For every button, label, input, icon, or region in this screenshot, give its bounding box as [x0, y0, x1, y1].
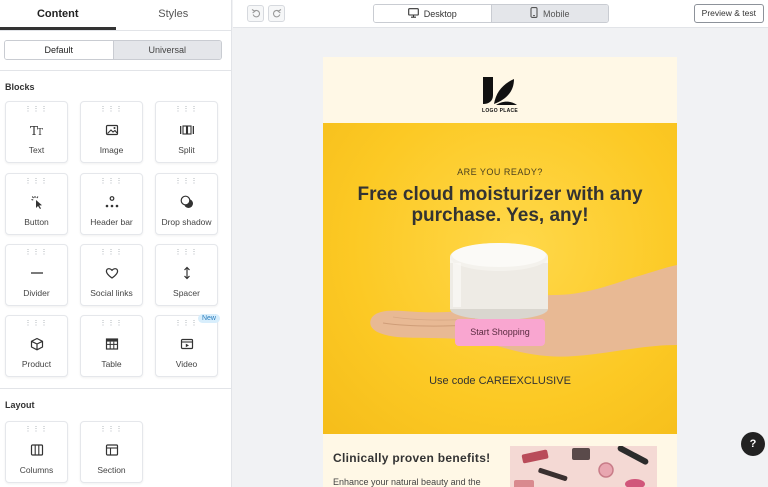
block-label: Image	[99, 145, 124, 155]
block-label: Product	[21, 359, 52, 369]
block-product[interactable]: ⋮⋮⋮ Product	[5, 315, 68, 377]
start-shopping-button[interactable]: Start Shopping	[455, 319, 545, 346]
logo-text: LOGO PLACE	[481, 108, 519, 114]
block-split[interactable]: ⋮⋮⋮ Split	[155, 101, 218, 163]
layout-section[interactable]: ⋮⋮⋮ Section	[80, 421, 143, 483]
device-toggle: Desktop Mobile	[373, 4, 609, 23]
drag-handle-icon: ⋮⋮⋮	[24, 178, 49, 185]
block-social-links[interactable]: ⋮⋮⋮ Social links	[80, 244, 143, 306]
columns-icon	[6, 443, 67, 457]
block-drop-shadow[interactable]: ⋮⋮⋮ Drop shadow	[155, 173, 218, 235]
drag-handle-icon: ⋮⋮⋮	[99, 426, 124, 433]
block-table[interactable]: ⋮⋮⋮ Table	[80, 315, 143, 377]
hero-section[interactable]: ARE YOU READY? Free cloud moisturizer wi…	[323, 123, 677, 434]
block-label: Columns	[19, 465, 54, 475]
product-icon	[6, 337, 67, 351]
video-icon	[156, 337, 217, 351]
drag-handle-icon: ⋮⋮⋮	[24, 106, 49, 113]
block-spacer[interactable]: ⋮⋮⋮ Spacer	[155, 244, 218, 306]
drag-handle-icon: ⋮⋮⋮	[174, 106, 199, 113]
mobile-view-button[interactable]: Mobile	[490, 5, 608, 22]
desktop-label: Desktop	[423, 8, 457, 19]
drag-handle-icon: ⋮⋮⋮	[99, 106, 124, 113]
block-text[interactable]: ⋮⋮⋮ TT Text	[5, 101, 68, 163]
drag-handle-icon: ⋮⋮⋮	[99, 178, 124, 185]
block-image[interactable]: ⋮⋮⋮ Image	[80, 101, 143, 163]
drag-handle-icon: ⋮⋮⋮	[24, 249, 49, 256]
layout-grid: ⋮⋮⋮ Columns ⋮⋮⋮ Section	[0, 413, 231, 487]
image-icon	[81, 123, 142, 137]
drag-handle-icon: ⋮⋮⋮	[174, 178, 199, 185]
text-icon: TT	[6, 123, 67, 137]
default-mode-button[interactable]: Default	[5, 41, 113, 59]
split-icon	[156, 123, 217, 137]
blocks-heading: Blocks	[5, 82, 35, 92]
email-canvas[interactable]: LOGO PLACE ARE YOU READY? Free cloud moi…	[323, 57, 677, 487]
benefits-section[interactable]: Clinically proven benefits! Enhance your…	[323, 434, 677, 487]
drag-handle-icon: ⋮⋮⋮	[24, 426, 49, 433]
svg-text:T: T	[37, 128, 43, 137]
spacer-icon	[156, 266, 217, 280]
tab-content[interactable]: Content	[0, 0, 116, 30]
redo-button[interactable]	[268, 5, 285, 22]
desktop-icon	[407, 7, 419, 20]
benefits-text: Enhance your natural beauty and the	[333, 477, 481, 487]
block-label: Section	[97, 465, 126, 475]
desktop-view-button[interactable]: Desktop	[374, 5, 491, 22]
button-icon	[6, 195, 67, 209]
block-label: Social links	[90, 288, 133, 298]
hero-eyebrow: ARE YOU READY?	[457, 167, 543, 177]
block-label: Header bar	[90, 217, 133, 227]
editor-toolbar: Desktop Mobile Preview & test	[233, 0, 768, 28]
block-label: Button	[24, 217, 49, 227]
benefits-title: Clinically proven benefits!	[333, 451, 491, 465]
redo-icon	[272, 5, 282, 23]
drag-handle-icon: ⋮⋮⋮	[99, 320, 124, 327]
help-button[interactable]: ?	[741, 432, 765, 456]
block-label: Video	[175, 359, 198, 369]
drop-shadow-icon	[156, 195, 217, 209]
block-label: Table	[101, 359, 122, 369]
section-icon	[81, 443, 142, 457]
hero-headline: Free cloud moisturizer with any purchase…	[357, 184, 643, 226]
block-header-bar[interactable]: ⋮⋮⋮ Header bar	[80, 173, 143, 235]
block-label: Divider	[23, 288, 50, 298]
block-button[interactable]: ⋮⋮⋮ Button	[5, 173, 68, 235]
mode-toggle: Default Universal	[4, 40, 222, 60]
block-label: Text	[28, 145, 45, 155]
drag-handle-icon: ⋮⋮⋮	[24, 320, 49, 327]
undo-button[interactable]	[247, 5, 264, 22]
preview-and-test-button[interactable]: Preview & test	[693, 4, 764, 23]
blocks-grid: ⋮⋮⋮ TT Text ⋮⋮⋮ Image ⋮⋮⋮ Split ⋮⋮⋮ Butt…	[0, 92, 231, 392]
mobile-icon	[530, 7, 538, 20]
header-bar-icon	[81, 195, 142, 209]
block-label: Spacer	[173, 288, 200, 298]
universal-mode-button[interactable]: Universal	[112, 41, 221, 59]
drag-handle-icon: ⋮⋮⋮	[99, 249, 124, 256]
block-divider[interactable]: ⋮⋮⋮ Divider	[5, 244, 68, 306]
block-video[interactable]: ⋮⋮⋮ New Video	[155, 314, 220, 377]
makeup-products-image	[510, 446, 657, 487]
block-label: Split	[178, 145, 195, 155]
table-icon	[81, 337, 142, 351]
new-badge: New	[197, 314, 220, 323]
heart-icon	[81, 266, 142, 280]
mobile-label: Mobile	[542, 8, 570, 19]
divider-icon	[6, 266, 67, 280]
layout-columns[interactable]: ⋮⋮⋮ Columns	[5, 421, 68, 483]
hand-holding-jar-image	[370, 243, 677, 357]
undo-icon	[251, 5, 261, 23]
promo-code-text: Use code CAREEXCLUSIVE	[429, 375, 571, 387]
content-sidebar: Content Styles Default Universal Blocks …	[0, 0, 232, 487]
tab-styles[interactable]: Styles	[116, 0, 232, 30]
layout-heading: Layout	[5, 400, 35, 410]
brand-logo-icon	[483, 77, 517, 105]
sidebar-tabs: Content Styles	[0, 0, 231, 31]
logo-section[interactable]: LOGO PLACE	[323, 57, 677, 123]
drag-handle-icon: ⋮⋮⋮	[174, 249, 199, 256]
block-label: Drop shadow	[161, 217, 212, 227]
